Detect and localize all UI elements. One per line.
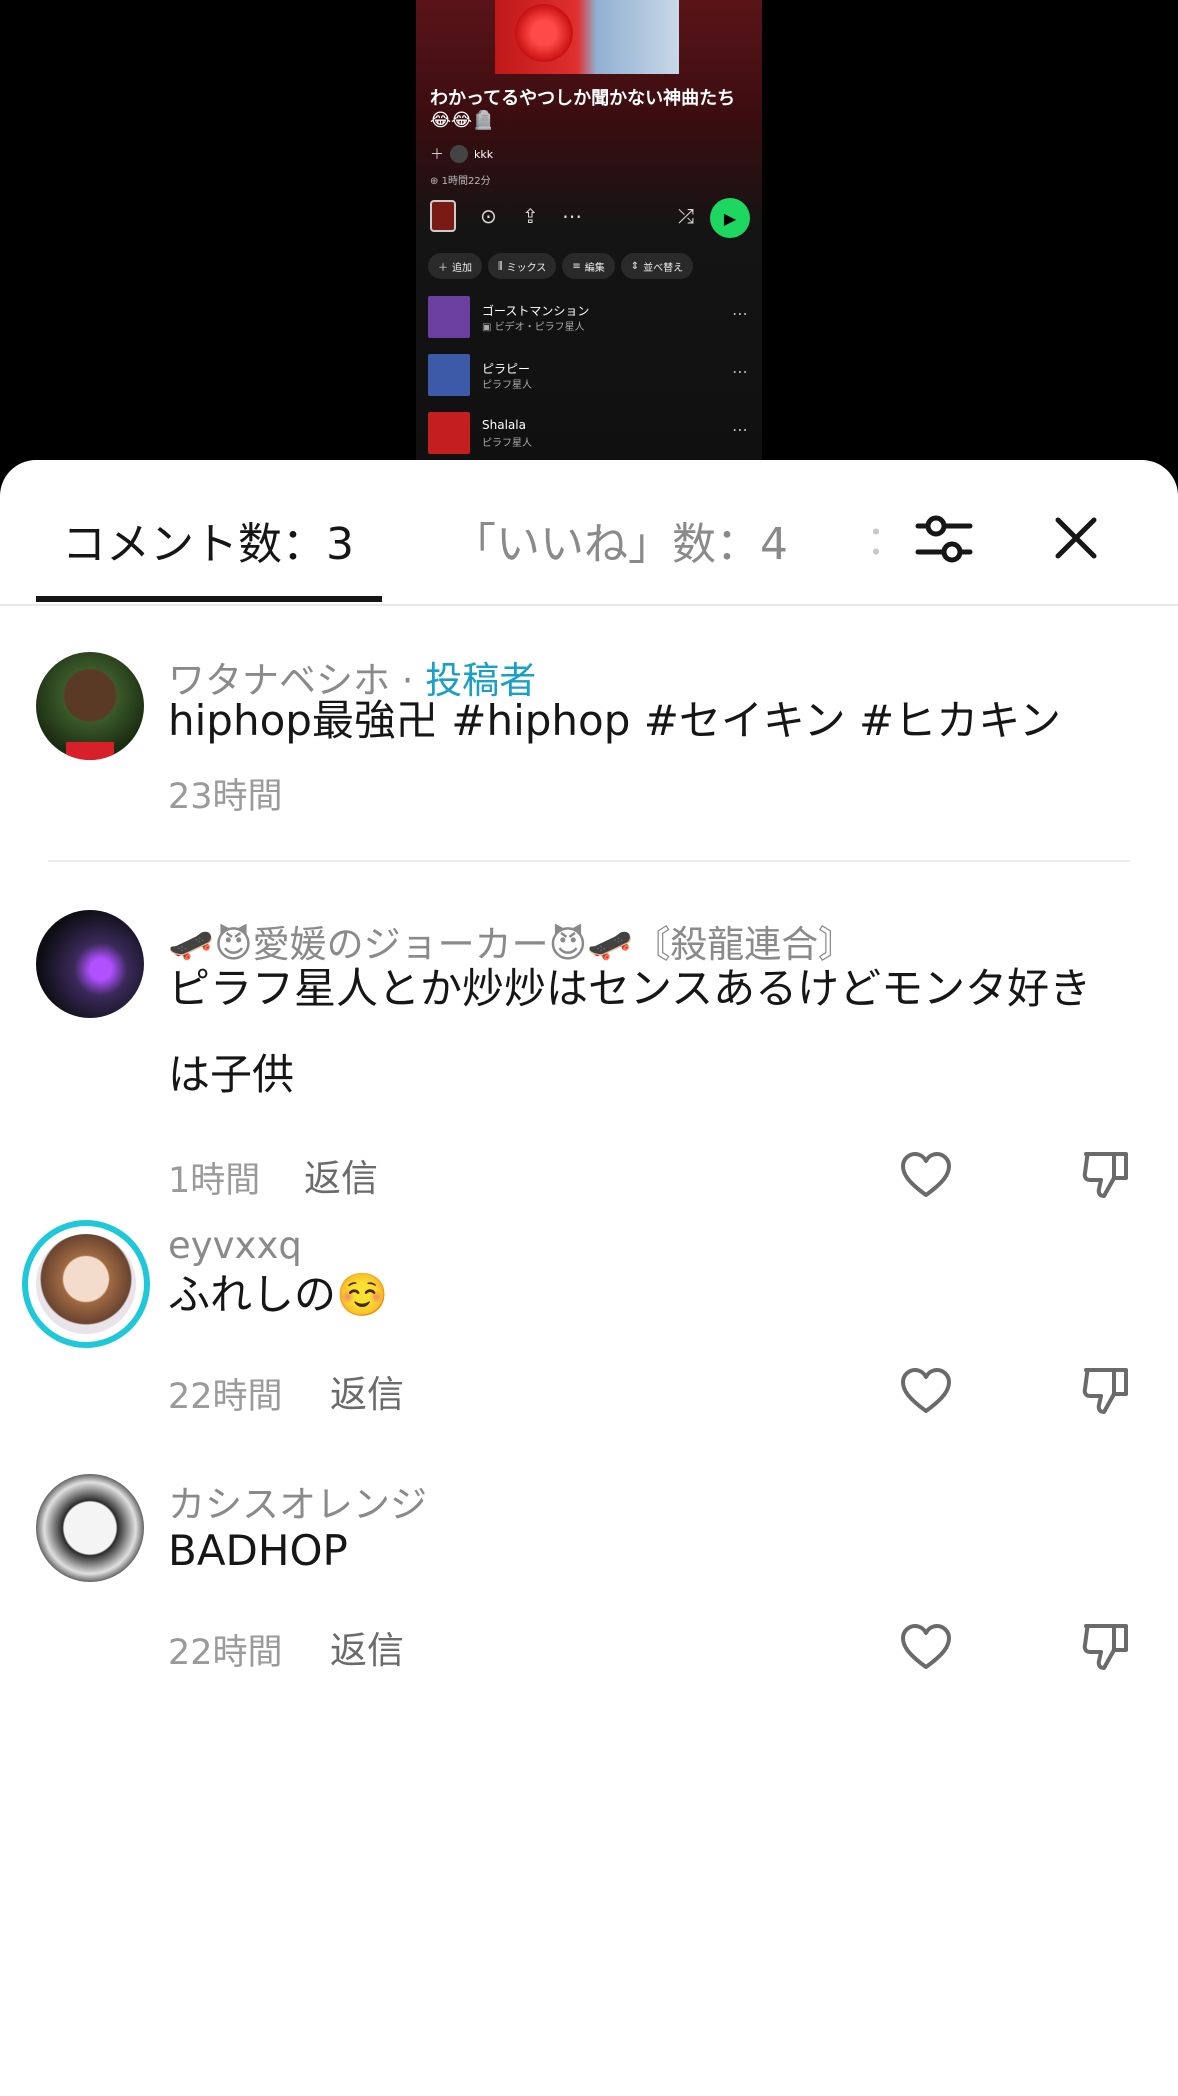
comment-time: 23時間 — [168, 777, 283, 817]
avatar[interactable] — [36, 910, 144, 1018]
playlist-action-edit: ≡ 編集 — [562, 253, 615, 279]
track-subtitle: ピラフ星人 — [482, 438, 532, 449]
owner-avatar — [450, 145, 468, 163]
playlist-title: わかってるやつしか聞かない神曲たち😂😂🪦 — [430, 88, 736, 131]
heart-icon — [901, 1152, 951, 1197]
comment-text: ふれしの☺️ — [168, 1270, 389, 1319]
comment-text: BADHOP — [168, 1526, 348, 1575]
track-row: Shalala ピラフ星人 ⋯ — [428, 412, 758, 456]
thumbs-down-icon — [1082, 1152, 1128, 1198]
track-artwork — [428, 296, 470, 338]
close-button[interactable] — [1040, 502, 1112, 574]
comment-time: 22時間 — [168, 1377, 283, 1417]
playlist-owner-row: ＋ kkk — [430, 144, 493, 164]
share-icon: ⇪ — [522, 204, 539, 228]
list-icon: ≡ — [572, 260, 581, 272]
download-icon: ⊙ — [480, 204, 497, 228]
like-button[interactable] — [898, 1364, 954, 1420]
playlist-action-mix: ⫼ ミックス — [488, 253, 557, 279]
track-subtitle: ▣ ビデオ・ピラフ星人 — [482, 322, 585, 333]
avatar[interactable] — [36, 652, 144, 760]
thumbs-down-icon — [1082, 1368, 1128, 1414]
track-row: ゴーストマンション ▣ ビデオ・ピラフ星人 ⋯ — [428, 296, 758, 340]
playlist-action-sort: ⇕ 並べ替え — [620, 253, 694, 279]
avatar[interactable] — [36, 1474, 144, 1582]
heart-icon — [901, 1624, 951, 1669]
playlist-controls: ⊙ ⇪ ⋯ ⤮ ▶ — [430, 198, 750, 238]
heart-icon — [901, 1368, 951, 1413]
track-artwork — [428, 354, 470, 396]
playlist-owner: kkk — [474, 147, 494, 161]
thumbs-down-icon — [1082, 1624, 1128, 1670]
track-title: Shalala — [482, 418, 526, 432]
globe-icon: ⊕ — [430, 176, 439, 187]
comment-text: ピラフ星人とか炒炒はセンスあるけどモンタ好きは子供 — [168, 964, 1092, 1099]
filter-button[interactable] — [908, 502, 980, 574]
track-artwork — [428, 412, 470, 454]
playlist-cover-image — [495, 0, 679, 74]
more-icon: ⋯ — [562, 204, 582, 228]
track-title: ゴーストマンション — [482, 304, 590, 318]
like-button[interactable] — [898, 1148, 954, 1204]
playlist-thumbnail — [430, 200, 456, 232]
dislike-button[interactable] — [1078, 1148, 1134, 1204]
dislike-button[interactable] — [1078, 1620, 1134, 1676]
tab-comments[interactable]: コメント数：3 — [62, 508, 354, 572]
mix-icon: ⫼ — [498, 260, 503, 272]
plus-icon: ＋ — [438, 262, 448, 274]
divider — [48, 860, 1130, 862]
track-row: ピラピー ピラフ星人 ⋯ — [428, 354, 758, 398]
avatar-with-story-ring[interactable] — [22, 1220, 150, 1348]
sheet-tabs: コメント数：3 「いいね」数：4 ： — [0, 460, 1178, 606]
tab-likes[interactable]: 「いいね」数：4 — [452, 508, 788, 572]
track-title: ピラピー — [482, 362, 531, 376]
sort-icon: ⇕ — [630, 260, 640, 272]
close-icon — [1055, 517, 1097, 559]
tab-more[interactable]: ： — [866, 508, 906, 566]
sliders-icon — [915, 515, 973, 563]
reply-button[interactable]: 返信 — [330, 1620, 404, 1674]
comment-text: hiphop最強卍 #hiphop #セイキン #ヒカキン — [168, 696, 1061, 745]
reply-button[interactable]: 返信 — [330, 1364, 404, 1418]
comment-time: 1時間 — [168, 1161, 261, 1201]
like-button[interactable] — [898, 1620, 954, 1676]
playlist-actions: ＋追加 ⫼ ミックス ≡ 編集 ⇕ 並べ替え — [428, 253, 694, 279]
more-icon: ⋯ — [732, 362, 748, 381]
more-icon: ⋯ — [732, 420, 748, 439]
play-icon: ▶ — [710, 198, 750, 238]
comment-sheet: コメント数：3 「いいね」数：4 ： ワタナベシホ · 投稿者 hiphop最強… — [0, 460, 1178, 2096]
more-icon: ⋯ — [732, 304, 748, 323]
reply-button[interactable]: 返信 — [304, 1148, 378, 1202]
dislike-button[interactable] — [1078, 1364, 1134, 1420]
playlist-duration: ⊕ 1時間22分 — [430, 176, 491, 187]
playlist-action-add: ＋追加 — [428, 253, 482, 279]
video-preview[interactable]: わかってるやつしか聞かない神曲たち😂😂🪦 ＋ kkk ⊕ 1時間22分 ⊙ ⇪ … — [416, 0, 762, 470]
comment-time: 22時間 — [168, 1633, 283, 1673]
tab-active-indicator — [36, 596, 382, 602]
add-collaborator-icon: ＋ — [430, 147, 444, 163]
track-subtitle: ピラフ星人 — [482, 380, 532, 391]
shuffle-icon: ⤮ — [678, 204, 694, 228]
